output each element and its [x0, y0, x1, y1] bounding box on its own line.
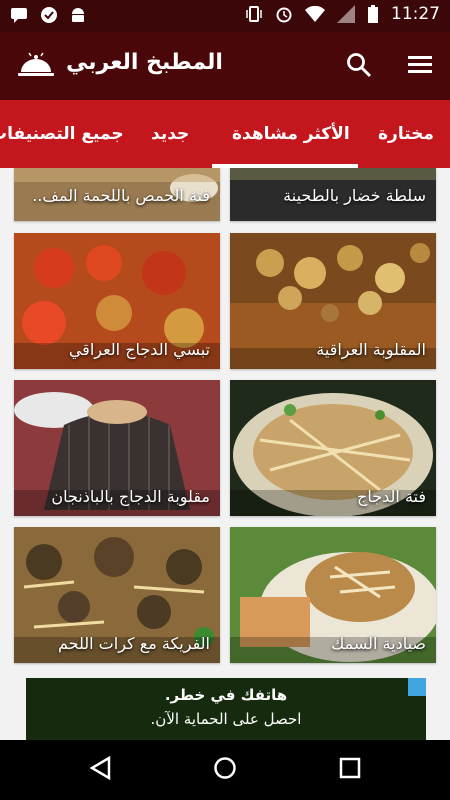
- recipe-title: فتة الدجاج: [357, 487, 426, 506]
- message-notification-icon: [11, 8, 27, 23]
- vibrate-icon: [246, 6, 262, 22]
- tab-bar: مختارة الأكثر مشاهدة جديد جميع التصنيفات: [0, 100, 450, 168]
- recipe-card[interactable]: فتة الدجاج: [230, 380, 436, 516]
- tab-most-viewed[interactable]: الأكثر مشاهدة: [232, 100, 350, 168]
- cloche-logo-icon: [18, 50, 54, 84]
- check-notification-icon: [41, 7, 57, 23]
- recipe-title: سلطة خضار بالطحينة: [283, 186, 426, 205]
- recipe-card[interactable]: صيادية السمك: [230, 527, 436, 663]
- recents-icon[interactable]: [339, 755, 361, 781]
- recipe-card[interactable]: المقلوبة العراقية: [230, 233, 436, 369]
- back-icon[interactable]: [88, 755, 112, 781]
- ad-banner[interactable]: هاتفك في خطر. احصل على الحماية الآن.: [26, 678, 426, 740]
- recipe-card[interactable]: الفريكة مع كرات اللحم: [14, 527, 220, 663]
- status-bar: 11:27: [0, 0, 450, 32]
- recipe-title: المقلوبة العراقية: [316, 340, 426, 359]
- menu-icon[interactable]: [408, 54, 432, 78]
- recipe-title: الفريكة مع كرات اللحم: [58, 634, 210, 653]
- recipe-card[interactable]: مقلوبة الدجاج بالباذنجان: [14, 380, 220, 516]
- status-time: 11:27: [391, 4, 440, 24]
- system-nav-bar: [0, 740, 450, 800]
- ad-line-2: احصل على الحماية الآن.: [150, 710, 302, 728]
- recipe-title: صيادية السمك: [331, 634, 426, 653]
- signal-icon: [337, 5, 355, 23]
- tab-featured[interactable]: مختارة: [378, 100, 434, 168]
- search-icon[interactable]: [346, 52, 372, 82]
- ad-choices-icon[interactable]: [408, 678, 426, 696]
- home-icon[interactable]: [213, 755, 237, 781]
- recipe-card[interactable]: فتة الحمص باللحمة المف..: [14, 168, 220, 221]
- recipe-title: تبسي الدجاج العراقي: [68, 340, 210, 359]
- recipe-card[interactable]: تبسي الدجاج العراقي: [14, 233, 220, 369]
- tab-new[interactable]: جديد: [151, 100, 189, 168]
- recipe-grid: سلطة خضار بالطحينة فتة الحمص باللحمة الم…: [0, 168, 450, 678]
- alarm-icon: [276, 7, 292, 23]
- recipe-card[interactable]: سلطة خضار بالطحينة: [230, 168, 436, 221]
- wifi-icon: [305, 6, 325, 22]
- android-notification-icon: [72, 8, 84, 22]
- app-bar: المطبخ العربي: [0, 32, 450, 100]
- recipe-title: فتة الحمص باللحمة المف..: [32, 186, 210, 205]
- recipe-title: مقلوبة الدجاج بالباذنجان: [51, 487, 210, 506]
- app-title: المطبخ العربي: [66, 50, 223, 75]
- battery-icon: [368, 5, 378, 23]
- ad-line-1: هاتفك في خطر.: [164, 686, 288, 704]
- tab-all-categories[interactable]: جميع التصنيفات: [0, 100, 124, 168]
